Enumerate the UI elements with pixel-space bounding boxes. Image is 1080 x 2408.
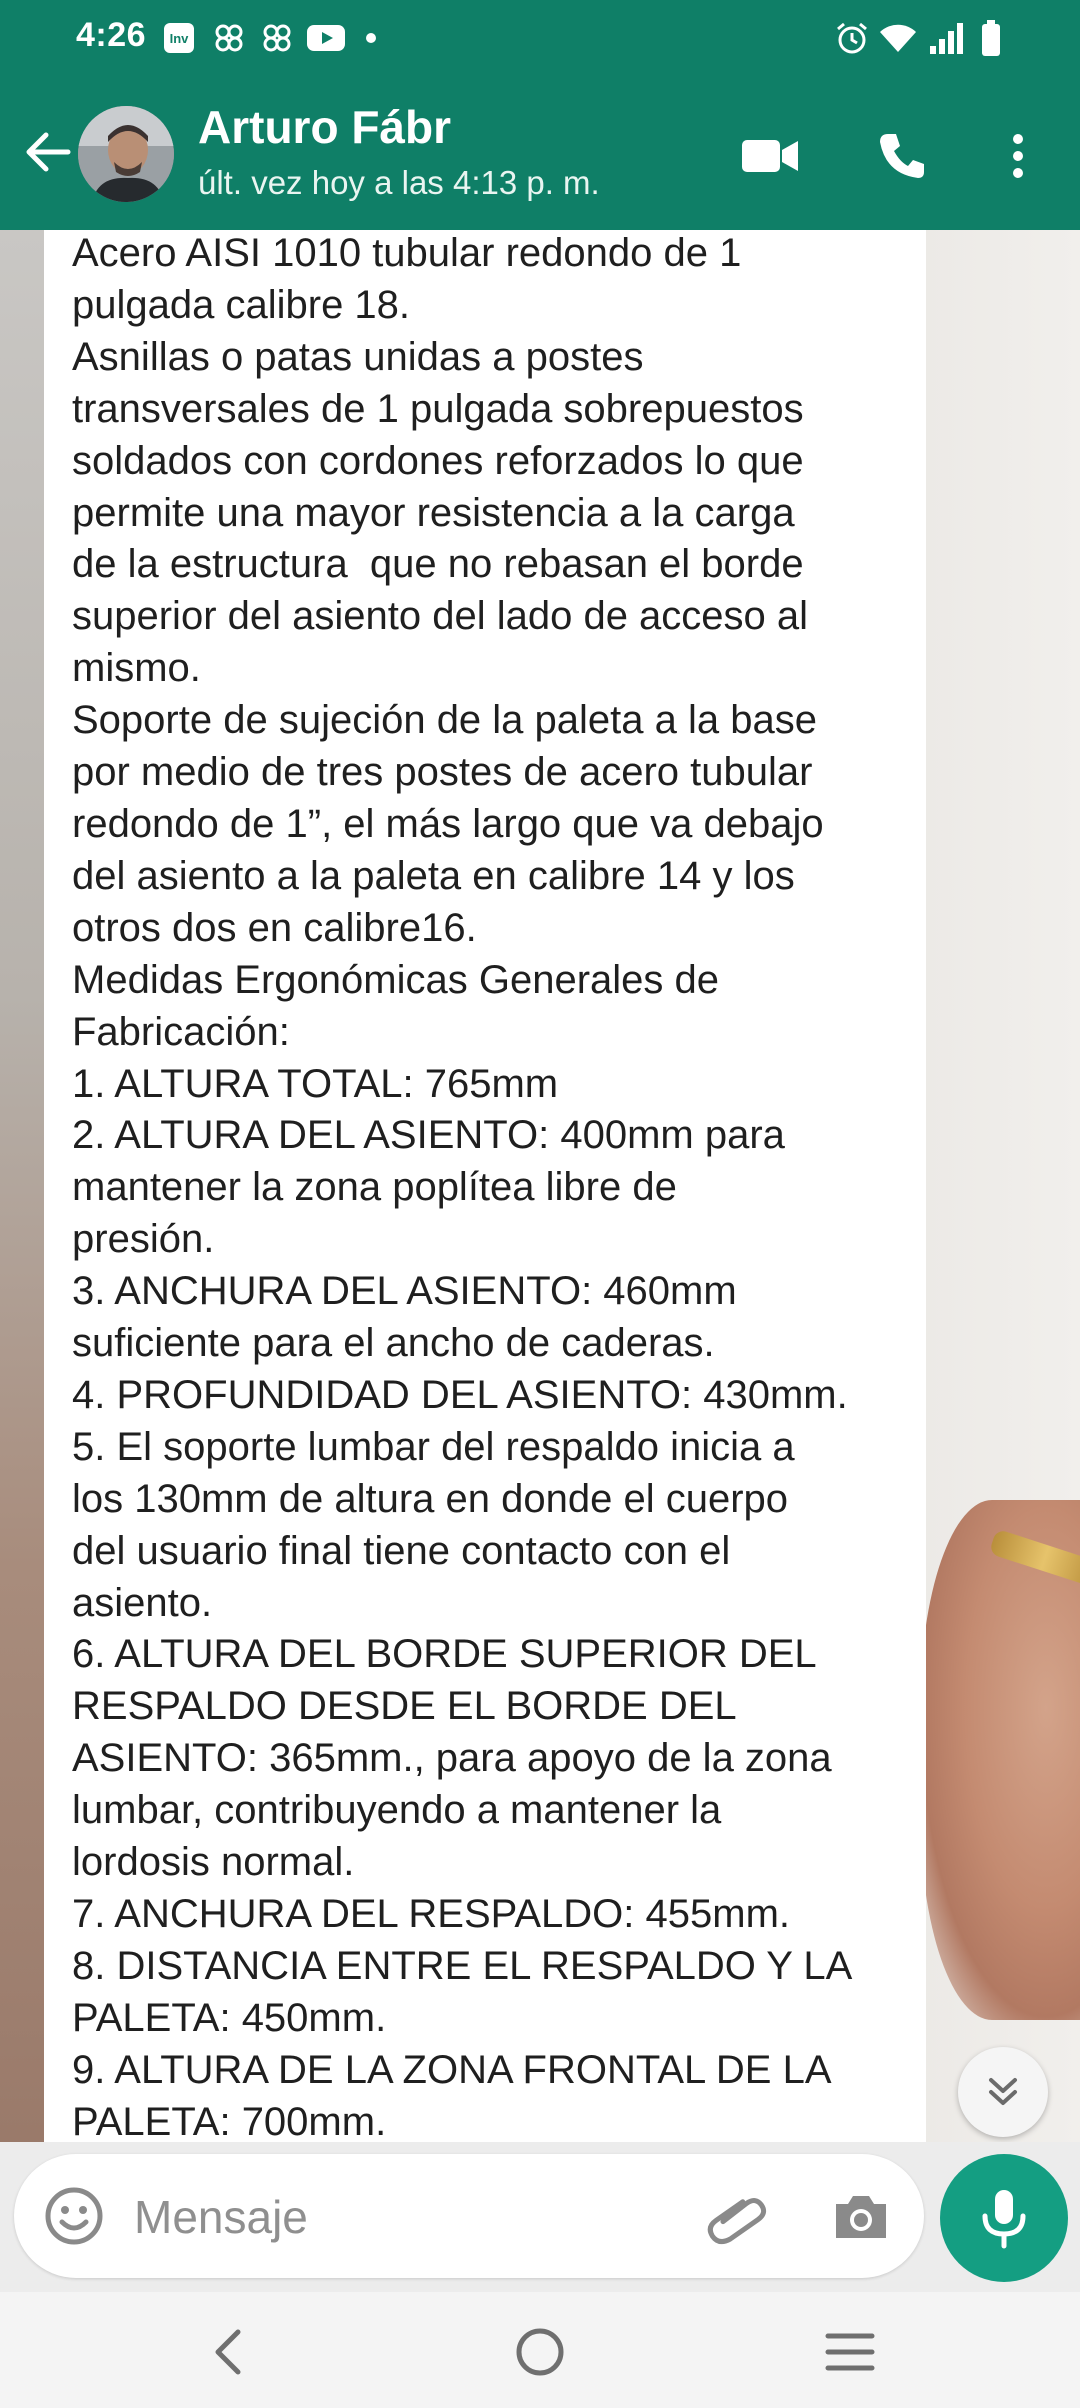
chat-wallpaper-photo xyxy=(920,1500,1080,2020)
signal-icon xyxy=(928,20,966,56)
nav-back-icon[interactable] xyxy=(196,2320,260,2384)
contact-name[interactable]: Arturo Fábr xyxy=(198,100,451,154)
windmill-icon xyxy=(260,20,294,56)
wifi-icon xyxy=(878,20,918,56)
dot-icon xyxy=(364,20,378,56)
video-call-icon[interactable] xyxy=(730,116,810,196)
system-nav-bar xyxy=(0,2292,1080,2408)
message-composer xyxy=(0,2142,1080,2292)
invoice-app-icon: Inv xyxy=(162,20,196,56)
chat-header: Arturo Fábr últ. vez hoy a las 4:13 p. m… xyxy=(0,76,1080,230)
double-chevron-down-icon[interactable] xyxy=(958,2047,1048,2137)
message-text: Acero AISI 1010 tubular redondo de 1 pul… xyxy=(72,231,853,2142)
message-field[interactable] xyxy=(14,2154,924,2278)
alarm-icon xyxy=(834,20,870,56)
back-arrow-icon[interactable] xyxy=(16,120,80,184)
status-time: 4:26 xyxy=(76,16,147,54)
voice-call-icon[interactable] xyxy=(862,116,942,196)
chat-wallpaper xyxy=(0,230,44,2142)
youtube-icon xyxy=(306,20,346,56)
avatar[interactable] xyxy=(78,106,174,202)
attach-icon[interactable] xyxy=(704,2184,770,2250)
message-bubble[interactable]: Acero AISI 1010 tubular redondo de 1 pul… xyxy=(44,230,926,2142)
nav-home-icon[interactable] xyxy=(508,2320,572,2384)
battery-icon xyxy=(980,20,1002,56)
camera-icon[interactable] xyxy=(828,2184,894,2250)
last-seen-status: últ. vez hoy a las 4:13 p. m. xyxy=(198,164,600,201)
chat-area[interactable]: Acero AISI 1010 tubular redondo de 1 pul… xyxy=(0,230,1080,2142)
status-bar: 4:26 Inv xyxy=(0,0,1080,76)
emoji-icon[interactable] xyxy=(42,2184,106,2248)
svg-text:Inv: Inv xyxy=(170,31,190,46)
windmill-icon xyxy=(212,20,246,56)
nav-recents-icon[interactable] xyxy=(818,2320,882,2384)
message-input[interactable] xyxy=(132,2184,696,2250)
more-options-icon[interactable] xyxy=(978,116,1058,196)
mic-icon[interactable] xyxy=(940,2154,1068,2282)
